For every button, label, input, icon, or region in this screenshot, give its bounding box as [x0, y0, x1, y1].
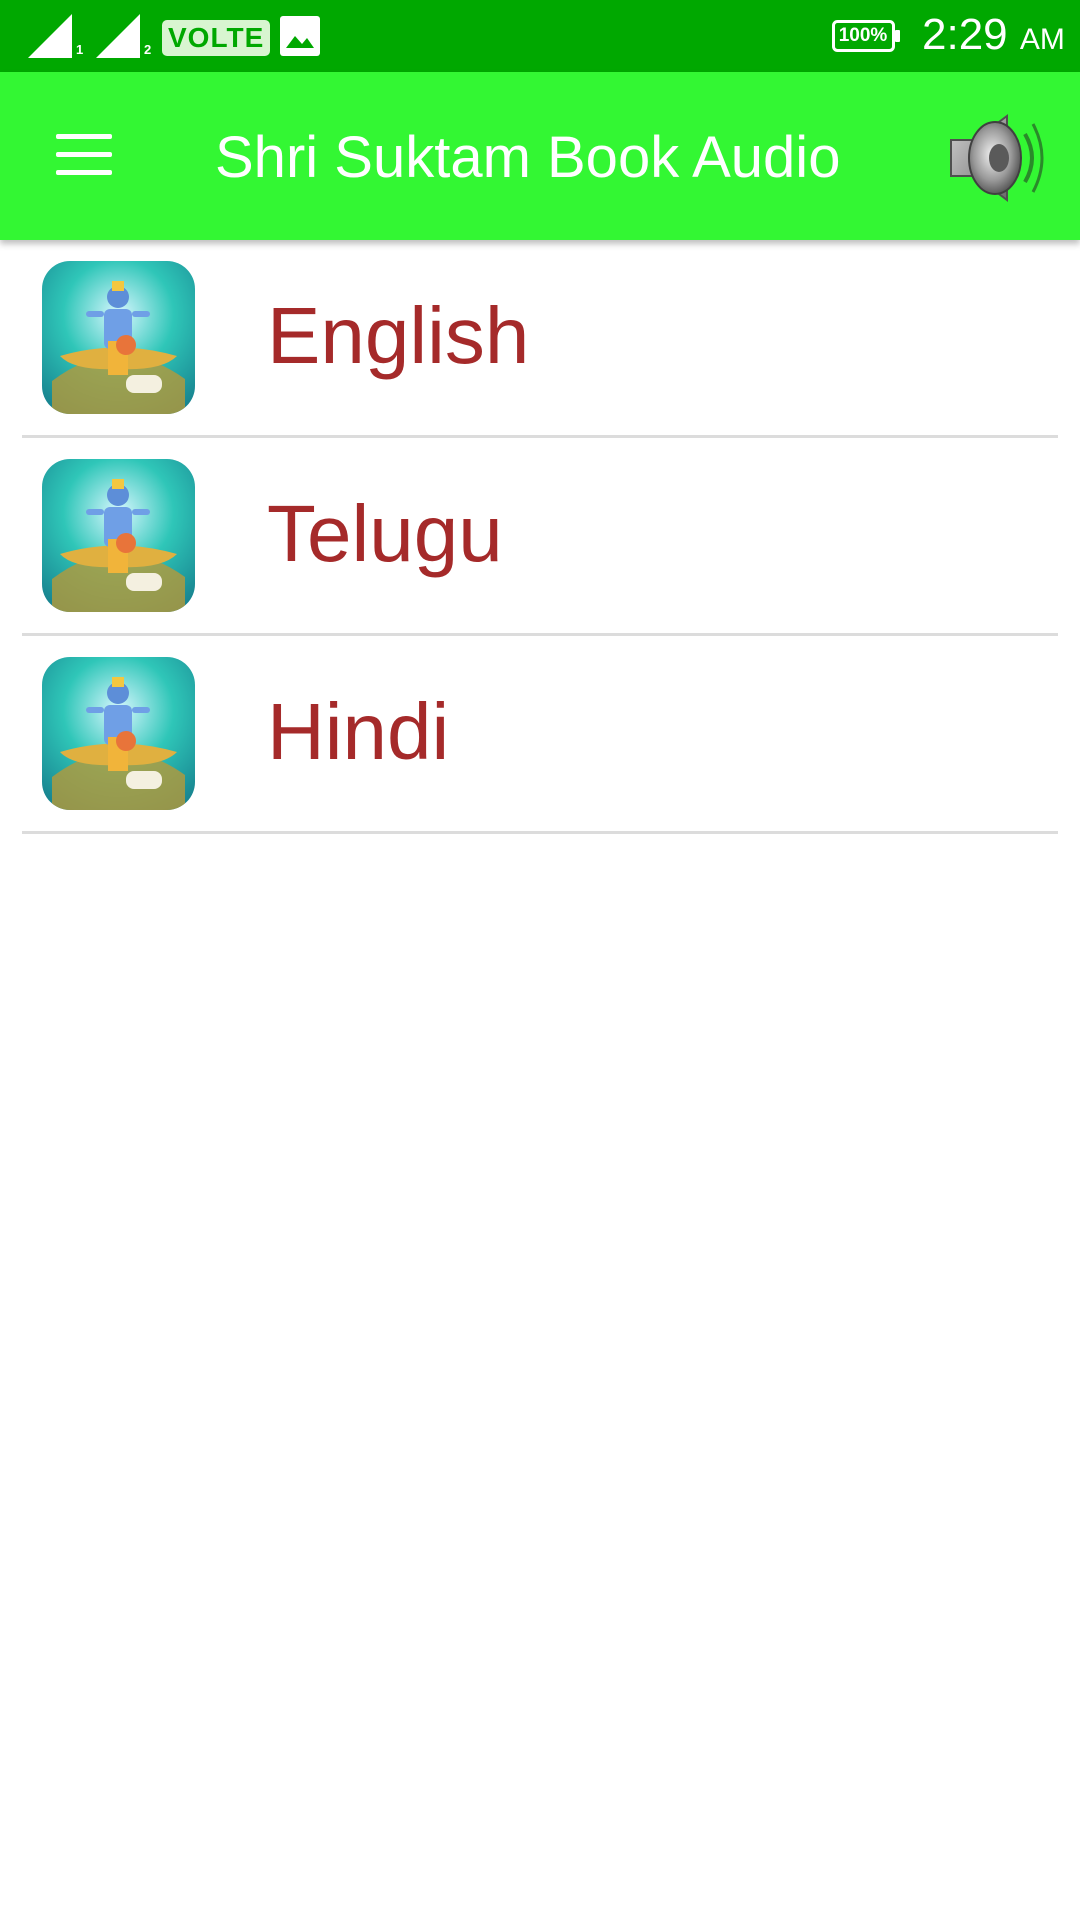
- clock: 2:29 AM: [922, 10, 1065, 60]
- divider: [22, 831, 1058, 834]
- language-list: English Telugu Hindi: [0, 240, 1080, 834]
- deity-thumbnail-icon: [42, 657, 195, 810]
- clock-time: 2:29: [922, 10, 1008, 59]
- list-item-english[interactable]: English: [0, 240, 1080, 438]
- list-item-label: Telugu: [267, 489, 503, 578]
- app-title: Shri Suktam Book Audio: [215, 125, 841, 190]
- sim1-label: 1: [76, 42, 84, 57]
- list-item-hindi[interactable]: Hindi: [0, 636, 1080, 834]
- volte-badge: VOLTE: [162, 20, 271, 56]
- clock-ampm: AM: [1019, 23, 1065, 56]
- list-item-telugu[interactable]: Telugu: [0, 438, 1080, 636]
- status-bar: 1 2 VOLTE 100% 2:29 AM: [0, 0, 1080, 72]
- gallery-icon: [280, 16, 320, 61]
- deity-thumbnail-icon: [42, 261, 195, 414]
- signal-sim2-icon: [96, 14, 144, 58]
- list-item-label: Hindi: [267, 687, 450, 776]
- deity-thumbnail-icon: [42, 459, 195, 612]
- list-item-label: English: [267, 291, 530, 380]
- speaker-icon[interactable]: [945, 110, 1045, 206]
- sim2-label: 2: [144, 42, 152, 57]
- signal-sim1-icon: [28, 14, 76, 58]
- battery-level: 100%: [838, 25, 888, 46]
- app-bar: Shri Suktam Book Audio: [0, 72, 1080, 240]
- hamburger-menu-icon[interactable]: [40, 118, 126, 192]
